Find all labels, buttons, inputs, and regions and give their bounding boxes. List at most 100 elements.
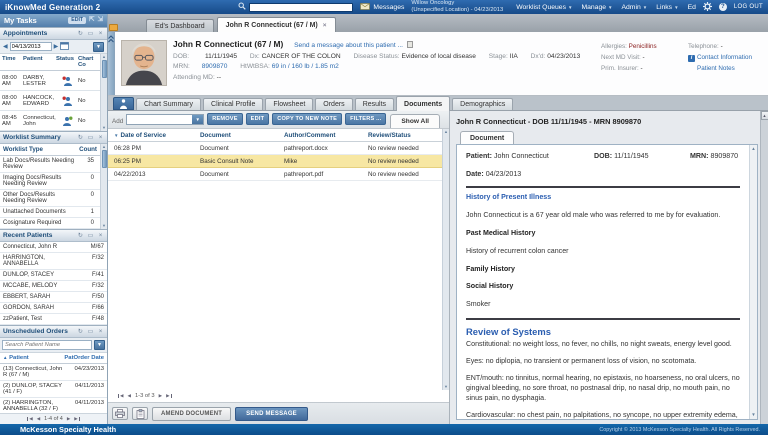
prev-page-icon[interactable]: ◀ bbox=[127, 394, 130, 399]
refresh-icon[interactable]: ↻ bbox=[77, 133, 84, 143]
menu-manage[interactable]: Manage▼ bbox=[581, 4, 612, 11]
recent-patient-row[interactable]: DUNLOP, STACEYF/41 bbox=[0, 270, 107, 281]
refresh-icon[interactable]: ↻ bbox=[77, 327, 84, 337]
recent-patient-row[interactable]: HARRINGTON, ANNABELLAF/32 bbox=[0, 253, 107, 270]
copy-to-new-note-button[interactable]: COPY TO NEW NOTE bbox=[272, 113, 342, 125]
amend-document-button[interactable]: AMEND DOCUMENT bbox=[152, 407, 231, 421]
close-icon[interactable]: × bbox=[97, 327, 104, 337]
note-icon[interactable] bbox=[407, 41, 413, 48]
scroll-up-icon[interactable]: ▲ bbox=[761, 111, 768, 120]
search-input[interactable] bbox=[249, 3, 353, 12]
go-to-date-button[interactable]: ▼ bbox=[93, 42, 104, 52]
pin-icon[interactable]: ⇱ bbox=[89, 17, 94, 24]
prev-day-arrow[interactable]: ◀ bbox=[3, 44, 8, 50]
popout-icon[interactable]: ▭ bbox=[87, 231, 94, 241]
next-page-icon[interactable]: ▶ bbox=[159, 394, 162, 399]
send-message-button[interactable]: SEND MESSAGE bbox=[235, 407, 308, 421]
help-icon[interactable]: ? bbox=[719, 3, 727, 11]
last-page-icon[interactable]: ▶ bbox=[166, 394, 171, 399]
recent-patient-row[interactable]: MCCABE, MELODYF/32 bbox=[0, 281, 107, 292]
patient-summary-icon-tab[interactable] bbox=[113, 97, 134, 110]
close-icon[interactable]: × bbox=[97, 231, 104, 241]
next-day-arrow[interactable]: ▶ bbox=[54, 44, 59, 50]
tab-eds-dashboard[interactable]: Ed's Dashboard bbox=[146, 19, 214, 32]
messages-button[interactable]: Messages bbox=[360, 3, 404, 12]
prev-page-icon[interactable]: ◀ bbox=[37, 417, 40, 422]
document-row-selected[interactable]: 06:25 PM Basic Consult Note Mike No revi… bbox=[108, 155, 442, 168]
scroll-down-icon[interactable]: ▼ bbox=[751, 412, 755, 418]
last-page-icon[interactable]: ▶ bbox=[74, 417, 79, 422]
print-button[interactable] bbox=[112, 407, 128, 420]
menu-links[interactable]: Links▼ bbox=[656, 4, 678, 11]
document-row[interactable]: 06:28 PM Document pathreport.docx No rev… bbox=[108, 142, 442, 155]
scroll-thumb[interactable] bbox=[102, 60, 107, 78]
patient-notes-link[interactable]: Patient Notes bbox=[697, 65, 735, 72]
collapse-sidebar-icon[interactable]: ⇲ bbox=[98, 17, 103, 24]
document-scrollbar[interactable]: ▲ ▼ bbox=[749, 145, 757, 419]
unscheduled-order-row[interactable]: (2) DUNLOP, STACEY (41 / F)04/11/2013 bbox=[0, 381, 107, 398]
menu-user[interactable]: Ed bbox=[688, 4, 696, 11]
contact-information-link[interactable]: Contact Information bbox=[697, 54, 752, 61]
appointment-row[interactable]: 08:00 AM DARBY, LESTER No bbox=[0, 71, 100, 91]
recent-patient-row[interactable]: Connecticut, John RM/67 bbox=[0, 242, 107, 253]
tab-documents[interactable]: Documents bbox=[396, 96, 450, 111]
worklist-row[interactable]: Lab Docs/Results Needing Review35 bbox=[0, 156, 100, 173]
main-scrollbar[interactable]: ▲ bbox=[760, 111, 768, 424]
copy-document-button[interactable] bbox=[132, 407, 148, 420]
patient-search-input[interactable] bbox=[2, 340, 92, 350]
edit-button[interactable]: EDIT bbox=[246, 113, 270, 125]
scroll-up-icon[interactable]: ▲ bbox=[751, 146, 755, 152]
scroll-up-icon[interactable]: ▲ bbox=[444, 129, 448, 135]
edit-tasks-button[interactable]: EDIT bbox=[68, 17, 86, 24]
tab-flowsheet[interactable]: Flowsheet bbox=[265, 98, 313, 110]
refresh-icon[interactable]: ↻ bbox=[77, 29, 84, 39]
col-review-status[interactable]: Review/Status bbox=[368, 132, 442, 139]
refresh-icon[interactable]: ↻ bbox=[77, 231, 84, 241]
tab-results[interactable]: Results bbox=[355, 98, 394, 110]
recent-patient-row[interactable]: zzPatient, TestF/48 bbox=[0, 314, 107, 325]
worklist-row[interactable]: Imaging Docs/Results Needing Review0 bbox=[0, 173, 100, 190]
menu-admin[interactable]: Admin▼ bbox=[621, 4, 647, 11]
appointment-row[interactable]: 08:00 AM HANCOCK, EDWARD No bbox=[0, 91, 100, 111]
col-patient-sortable[interactable]: ▲ Patient bbox=[3, 355, 29, 361]
scroll-thumb[interactable] bbox=[102, 150, 107, 168]
col-author-comment[interactable]: Author/Comment bbox=[284, 132, 368, 139]
remove-button[interactable]: REMOVE bbox=[207, 113, 242, 125]
calendar-icon[interactable] bbox=[60, 41, 69, 52]
worklist-row[interactable]: Unattached Documents1 bbox=[0, 207, 100, 218]
gear-icon[interactable] bbox=[703, 2, 712, 13]
search-go-button[interactable]: ▼ bbox=[94, 340, 105, 350]
filters-button[interactable]: FILTERS ... bbox=[345, 113, 386, 125]
first-page-icon[interactable]: ◀ bbox=[118, 394, 123, 399]
worklist-row[interactable]: Cosignature Required0 bbox=[0, 218, 100, 229]
close-icon[interactable]: × bbox=[97, 29, 104, 39]
tab-demographics[interactable]: Demographics bbox=[452, 98, 513, 110]
add-document-dropdown[interactable]: ▼ bbox=[126, 114, 204, 125]
popout-icon[interactable]: ▭ bbox=[87, 29, 94, 39]
recent-patient-row[interactable]: GORDON, SARAHF/66 bbox=[0, 303, 107, 314]
scrollbar[interactable]: ▲▼ bbox=[442, 129, 449, 390]
appointment-row[interactable]: 08:45 AM Connecticut, John No bbox=[0, 111, 100, 131]
tab-patient-chart[interactable]: John R Connecticut (67 / M)× bbox=[217, 17, 336, 32]
preview-document-tab[interactable]: Document bbox=[460, 131, 514, 144]
worklist-row[interactable]: Other Docs/Results Needing Review0 bbox=[0, 190, 100, 207]
dropdown-arrow-icon[interactable]: ▼ bbox=[192, 115, 203, 124]
scrollbar[interactable]: ▲▼ bbox=[100, 54, 107, 131]
next-page-icon[interactable]: ▶ bbox=[67, 417, 70, 422]
show-all-tab[interactable]: Show All bbox=[390, 114, 440, 128]
menu-worklist-queues[interactable]: Worklist Queues▼ bbox=[516, 4, 572, 11]
scrollbar[interactable]: ▲▼ bbox=[100, 144, 107, 229]
document-row[interactable]: 04/22/2013 Document pathreport.pdf No re… bbox=[108, 168, 442, 181]
recent-patient-row[interactable]: EBBERT, SARAHF/50 bbox=[0, 292, 107, 303]
popout-icon[interactable]: ▭ bbox=[87, 327, 94, 337]
close-icon[interactable]: × bbox=[97, 133, 104, 143]
first-page-icon[interactable]: ◀ bbox=[27, 417, 32, 422]
appointment-date-input[interactable] bbox=[10, 42, 52, 51]
col-order-date[interactable]: PatOrder Date bbox=[64, 355, 104, 361]
tab-chart-summary[interactable]: Chart Summary bbox=[136, 98, 201, 110]
col-date-of-service[interactable]: ▼Date of Service bbox=[114, 132, 200, 139]
close-tab-icon[interactable]: × bbox=[323, 22, 327, 29]
logout-button[interactable]: LOG OUT bbox=[734, 4, 763, 10]
send-message-link[interactable]: Send a message about this patient ... bbox=[294, 42, 403, 49]
unscheduled-order-row[interactable]: (2) HARRINGTON, ANNABELLA (32 / F)04/11/… bbox=[0, 398, 107, 413]
